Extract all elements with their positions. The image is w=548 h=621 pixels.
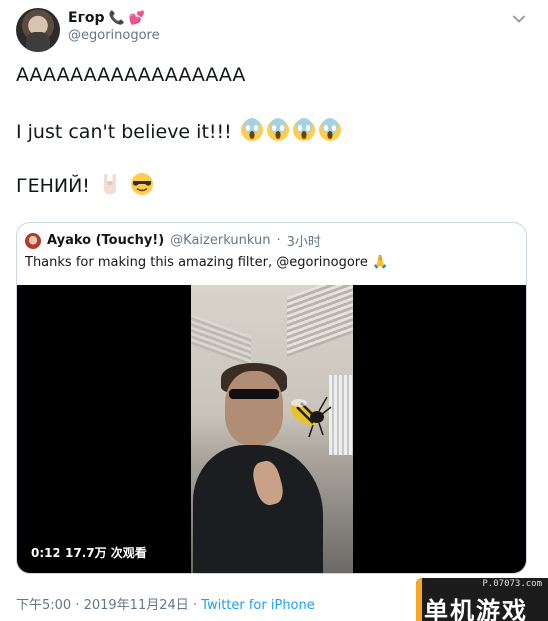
tweet-source-link[interactable]: Twitter for iPhone (201, 598, 315, 613)
ceiling-vent (287, 285, 353, 358)
tweet-line-text: AAAAAAAAAAAAAAAAA (16, 64, 246, 86)
video-player[interactable]: 0:12 17.7万 次观看 (17, 285, 526, 573)
watermark-stripe (416, 578, 422, 621)
quoted-tweet-text: Thanks for making this amazing filter, @… (25, 255, 389, 270)
tweet-text-line: I just can't believe it!!! (16, 118, 342, 143)
tweet-meta: 下午5:00 · 2019年11月24日 · Twitter for iPhon… (16, 594, 315, 613)
tweet-text-line: ГЕНИЙ! (16, 172, 154, 197)
video-thumbnail (191, 285, 353, 573)
quoted-handle[interactable]: @Kaizerkunkun (170, 233, 270, 248)
tweet-line-text: I just can't believe it!!! (16, 121, 232, 143)
sunglasses (229, 389, 279, 399)
screaming-face-icon (240, 118, 263, 141)
sunglasses-face-icon (131, 173, 154, 195)
site-watermark: P.07073.com 单机游戏 (416, 578, 548, 621)
quoted-tweet-card[interactable]: Ayako (Touchy!) @Kaizerkunkun · 3小时 Than… (16, 222, 527, 574)
chevron-down-icon[interactable] (512, 12, 526, 26)
person-face (225, 371, 283, 445)
tweet-text-line: AAAAAAAAAAAAAAAAA (16, 64, 245, 86)
video-views-badge: 17.7万 次观看 (59, 543, 153, 563)
quoted-tweet-header: Ayako (Touchy!) @Kaizerkunkun · 3小时 (25, 231, 321, 250)
rock-on-hand-icon (103, 174, 116, 194)
quoted-avatar[interactable] (25, 232, 41, 249)
insect-filter-icon (290, 396, 332, 438)
tweet-timestamp[interactable]: 下午5:00 · 2019年11月24日 · (16, 598, 201, 613)
watermark-title: 单机游戏 (424, 597, 528, 621)
quoted-display-name[interactable]: Ayako (Touchy!) (47, 233, 164, 248)
hearts-icon: 💕 (128, 10, 145, 26)
phone-icon: 📞 (108, 10, 125, 26)
author-name-row: Егор 📞 💕 (68, 10, 145, 26)
watermark-site: P.07073.com (482, 579, 542, 589)
screaming-face-icon (292, 118, 315, 141)
author-handle[interactable]: @egorinogore (68, 28, 160, 43)
author-display-name[interactable]: Егор (68, 10, 105, 26)
screaming-face-icon (266, 118, 289, 141)
tweet-line-text: ГЕНИЙ! (16, 175, 90, 197)
tweet-avatar[interactable] (16, 8, 60, 52)
ceiling-vent (191, 314, 251, 366)
screaming-face-icon (318, 118, 341, 141)
quoted-time[interactable]: 3小时 (287, 231, 321, 250)
quoted-separator: · (276, 233, 281, 248)
